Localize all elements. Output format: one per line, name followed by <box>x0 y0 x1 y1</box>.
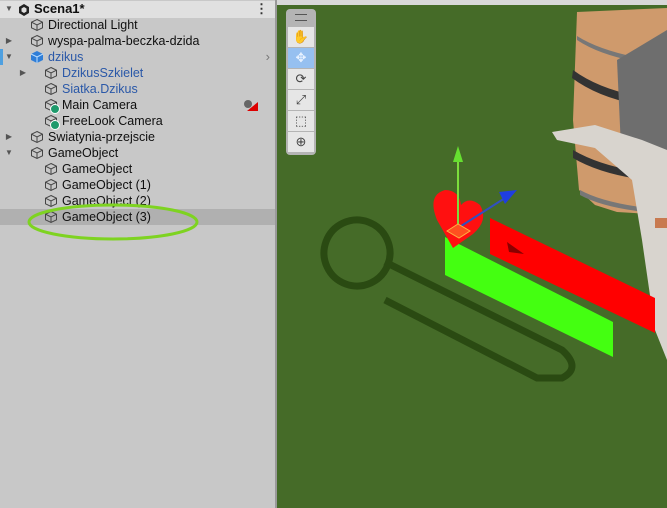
unity-scene-icon <box>19 4 29 16</box>
gameobject-icon <box>30 18 44 32</box>
rotate-icon: ⟳ <box>295 71 307 86</box>
hierarchy-item[interactable]: GameObject (1) <box>0 177 276 193</box>
selection-marker <box>0 49 3 65</box>
scale-icon: ⤢ <box>295 92 307 107</box>
hierarchy-item-label: dzikus <box>48 50 84 64</box>
gameobject-icon <box>44 66 58 80</box>
prefab-icon <box>30 50 44 64</box>
gameobject-icon <box>30 34 44 48</box>
gameobject-icon <box>44 162 58 176</box>
hierarchy-item-label: GameObject (3) <box>62 210 151 224</box>
hierarchy-item[interactable]: Siatka.Dzikus <box>0 81 276 97</box>
hierarchy-item-label: Directional Light <box>48 18 138 32</box>
hierarchy-item[interactable]: Main Camera <box>0 97 276 114</box>
hierarchy-item[interactable]: GameObject (3) <box>0 209 276 225</box>
hierarchy-item-label: wyspa-palma-beczka-dzida <box>48 34 200 48</box>
open-prefab-chevron-icon[interactable]: › <box>266 49 270 65</box>
gameobject-icon <box>44 82 58 96</box>
move-icon: ✥ <box>295 50 307 65</box>
gameobject-icon <box>30 130 44 144</box>
drag-handle-icon[interactable] <box>295 14 307 21</box>
scale-tool-button[interactable]: ⤢ <box>288 90 314 111</box>
hand-icon: ✋ <box>292 29 310 44</box>
scene-view[interactable]: ✋ ✥ ⟳ ⤢ ⬚ ⊕ <box>277 0 667 508</box>
transform-icon: ⊕ <box>295 134 307 149</box>
expand-arrow-icon[interactable]: ▼ <box>4 1 14 17</box>
rect-icon: ⬚ <box>294 113 308 128</box>
move-tool-button[interactable]: ✥ <box>288 48 314 69</box>
hierarchy-item-label: Siatka.Dzikus <box>62 82 138 96</box>
hierarchy-item-label: GameObject <box>48 146 119 160</box>
hierarchy-item-label: GameObject (1) <box>62 178 151 192</box>
hierarchy-item[interactable]: GameObject <box>0 161 276 177</box>
hierarchy-item[interactable]: ▶ DzikusSzkielet <box>0 65 276 81</box>
expand-arrow-icon[interactable]: ▶ <box>4 33 14 49</box>
collapse-arrow-icon[interactable]: ▼ <box>4 145 14 161</box>
hierarchy-item-label: Main Camera <box>62 98 138 112</box>
hand-tool-button[interactable]: ✋ <box>288 27 314 48</box>
hierarchy-item-label: DzikusSzkielet <box>62 66 144 80</box>
more-menu-icon[interactable]: ⋮ <box>255 1 268 17</box>
expand-arrow-icon[interactable]: ▶ <box>18 65 28 81</box>
tool-palette: ✋ ✥ ⟳ ⤢ ⬚ ⊕ <box>286 9 316 155</box>
hierarchy-item[interactable]: ▶ wyspa-palma-beczka-dzida <box>0 33 276 49</box>
move-gizmo[interactable] <box>446 146 517 239</box>
hierarchy-item[interactable]: ▼ dzikus › <box>0 49 276 65</box>
hierarchy-item-label: GameObject (2) <box>62 194 151 208</box>
hierarchy-item-label: Swiatynia-przejscie <box>48 130 155 144</box>
scene-canvas <box>320 8 667 382</box>
gameobject-icon <box>44 178 58 192</box>
rotate-tool-button[interactable]: ⟳ <box>288 69 314 90</box>
hierarchy-item[interactable]: GameObject (2) <box>0 193 276 209</box>
gameobject-icon <box>44 194 58 208</box>
hierarchy-item[interactable]: ▼ GameObject <box>0 145 276 161</box>
collapse-arrow-icon[interactable]: ▼ <box>4 49 14 65</box>
hierarchy-item-label: FreeLook Camera <box>62 114 163 128</box>
hierarchy-item[interactable]: ▶ Swiatynia-przejscie <box>0 129 276 145</box>
gameobject-icon <box>44 210 58 224</box>
hierarchy-item[interactable]: Directional Light <box>0 17 276 33</box>
hierarchy-item[interactable]: FreeLook Camera <box>0 113 276 130</box>
component-warning-icon[interactable] <box>243 99 259 111</box>
rect-tool-button[interactable]: ⬚ <box>288 111 314 132</box>
hierarchy-item-label: GameObject <box>62 162 133 176</box>
transform-tool-button[interactable]: ⊕ <box>288 132 314 153</box>
hierarchy-panel: ▼ Scena1* ⋮ Directional Light ▶ wyspa-palm… <box>0 0 276 508</box>
scene-name: Scena1* <box>34 1 85 16</box>
expand-arrow-icon[interactable]: ▶ <box>4 129 14 145</box>
gameobject-icon <box>30 146 44 160</box>
scene-header[interactable]: ▼ Scena1* ⋮ <box>0 1 276 18</box>
